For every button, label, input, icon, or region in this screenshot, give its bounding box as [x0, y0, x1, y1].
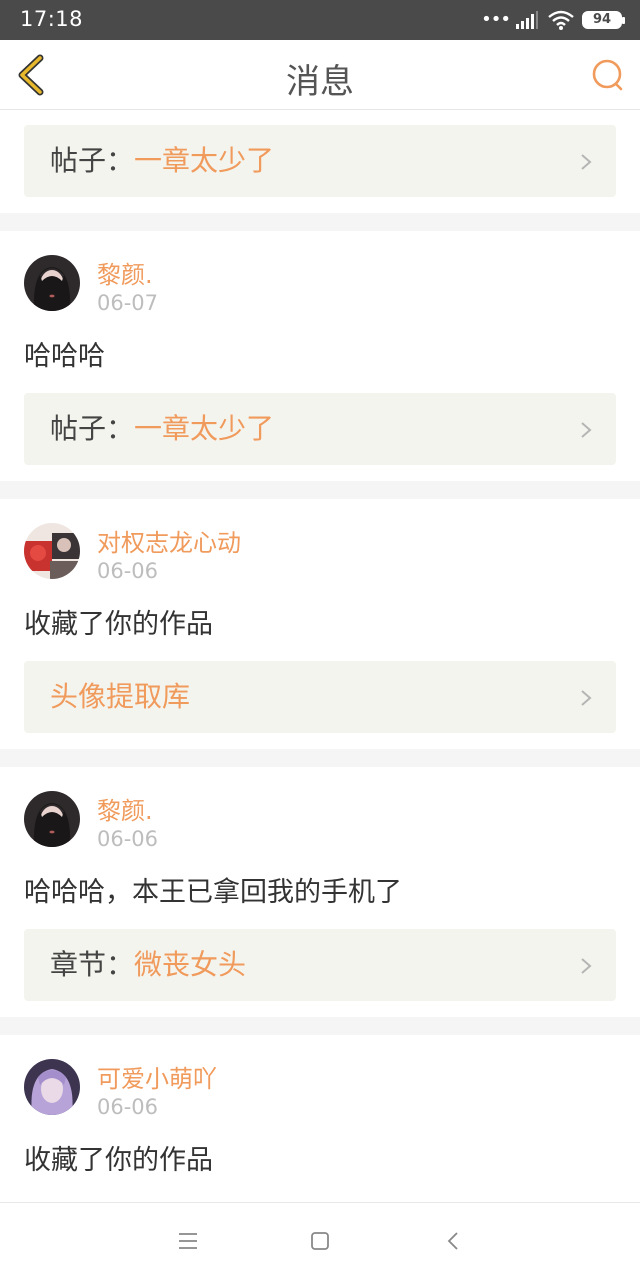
avatar[interactable]: [24, 523, 80, 579]
ref-label: 帖子：: [50, 144, 135, 177]
status-time: 17:18: [20, 7, 84, 31]
post-link-card[interactable]: 帖子：一章太少了: [24, 393, 616, 465]
ref-title: 一章太少了: [134, 144, 275, 177]
message-item: 黎颜. 06-07 哈哈哈 帖子：一章太少了: [0, 231, 640, 481]
ref-title: 头像提取库: [50, 680, 191, 713]
chevron-right-icon: [581, 422, 592, 438]
message-date: 06-07: [97, 291, 159, 315]
user-name[interactable]: 黎颜.: [97, 255, 153, 290]
user-name[interactable]: 黎颜.: [97, 791, 153, 826]
work-link-card[interactable]: 头像提取库: [24, 661, 616, 733]
chevron-right-icon: [581, 154, 592, 170]
message-text: 收藏了你的作品: [24, 1145, 213, 1176]
divider: [0, 213, 640, 231]
status-bar: 17:18 ••• 94: [0, 0, 640, 40]
notification-dots-icon: •••: [481, 9, 511, 30]
avatar[interactable]: [24, 255, 80, 311]
message-date: 06-06: [97, 1095, 159, 1119]
menu-icon[interactable]: [176, 1229, 200, 1253]
message-text: 哈哈哈，本王已拿回我的手机了: [24, 877, 402, 908]
ref-title: 微丧女头: [134, 948, 247, 981]
home-square-icon[interactable]: [308, 1229, 332, 1253]
avatar[interactable]: [24, 1059, 80, 1115]
user-name[interactable]: 可爱小萌吖: [97, 1059, 217, 1094]
wifi-icon: [548, 10, 574, 30]
avatar[interactable]: [24, 791, 80, 847]
back-triangle-icon[interactable]: [442, 1229, 466, 1253]
chapter-link-card[interactable]: 章节：微丧女头: [24, 929, 616, 1001]
ref-title: 一章太少了: [134, 412, 275, 445]
message-item: 对权志龙心动 06-06 收藏了你的作品 头像提取库: [0, 499, 640, 749]
header: 消息: [0, 40, 640, 110]
status-icons: ••• 94: [481, 9, 625, 31]
message-item: 帖子：一章太少了: [0, 111, 640, 213]
system-nav-bar: [0, 1202, 640, 1280]
post-link-card[interactable]: 帖子：一章太少了: [24, 125, 616, 197]
message-item: 黎颜. 06-06 哈哈哈，本王已拿回我的手机了 章节：微丧女头: [0, 767, 640, 1017]
signal-icon: [516, 11, 538, 29]
message-text: 哈哈哈: [24, 341, 105, 372]
message-list: 帖子：一章太少了 黎颜. 06-07 哈哈哈 帖子：一章太少了 对权志龙心动 0…: [0, 111, 640, 1197]
ref-label: 章节：: [50, 948, 135, 981]
message-item: 可爱小萌吖 06-06 收藏了你的作品: [0, 1035, 640, 1197]
divider: [0, 749, 640, 767]
message-text: 收藏了你的作品: [24, 609, 213, 640]
search-icon[interactable]: [590, 57, 626, 93]
battery-level: 94: [592, 12, 612, 27]
ref-label: 帖子：: [50, 412, 135, 445]
chevron-right-icon: [581, 690, 592, 706]
page-title: 消息: [286, 62, 354, 102]
divider: [0, 481, 640, 499]
battery-icon: 94: [582, 11, 625, 29]
message-date: 06-06: [97, 827, 159, 851]
chevron-right-icon: [581, 958, 592, 974]
user-name[interactable]: 对权志龙心动: [97, 523, 241, 558]
divider: [0, 1017, 640, 1035]
message-date: 06-06: [97, 559, 159, 583]
